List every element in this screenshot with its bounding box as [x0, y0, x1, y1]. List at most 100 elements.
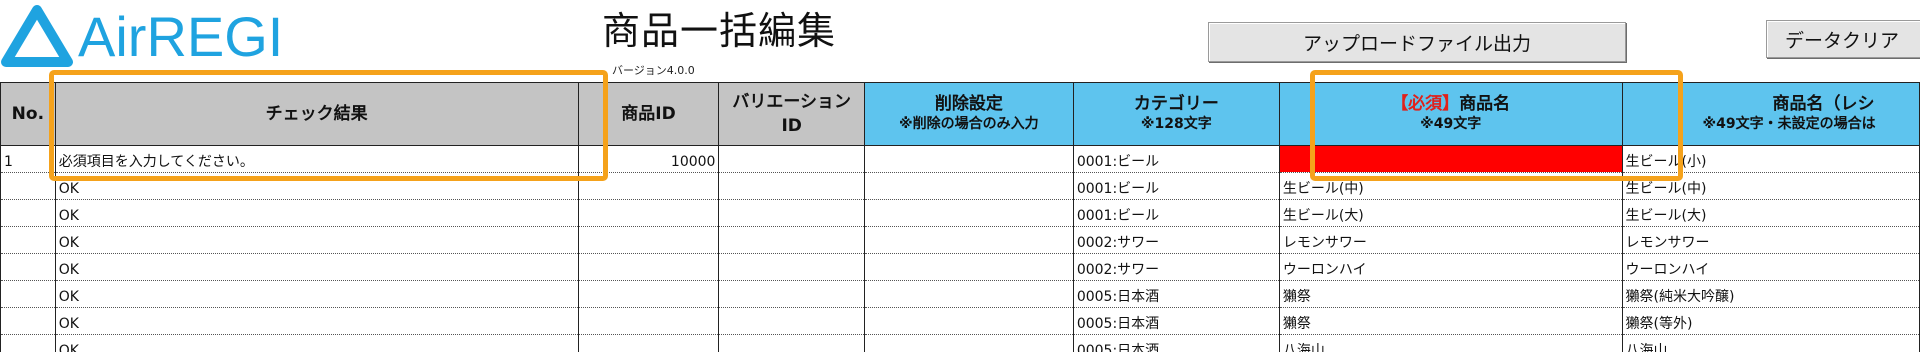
cell-product-id[interactable]	[577, 307, 720, 335]
cell-delete[interactable]	[863, 280, 1074, 308]
cell-check[interactable]: OK	[54, 253, 579, 281]
cell-delete[interactable]	[863, 145, 1074, 173]
receipt-name-line1: 商品名（レシ	[1772, 94, 1875, 114]
cell-name[interactable]: ウーロンハイ	[1278, 253, 1623, 281]
cell-no[interactable]	[0, 334, 56, 352]
column-header-delete-setting[interactable]: 削除設定 ※削除の場合のみ入力	[863, 82, 1074, 146]
cell-category[interactable]: 0002:サワー	[1072, 226, 1280, 254]
cell-no[interactable]	[0, 226, 56, 254]
variation-id-line2: ID	[781, 116, 802, 136]
product-name-label: 商品名	[1459, 94, 1511, 114]
table-row: OK 0002:サワー ウーロンハイ ウーロンハイ	[0, 253, 1920, 281]
cell-reg-name[interactable]: 生ビール(中)	[1621, 172, 1920, 200]
cell-reg-name[interactable]: 獺祭(等外)	[1621, 307, 1920, 335]
cell-no[interactable]	[0, 253, 56, 281]
cell-product-id[interactable]	[577, 199, 720, 227]
version-label: バージョン4.0.0	[612, 64, 695, 77]
logo-text: AirREGI	[78, 5, 284, 68]
cell-reg-name[interactable]: レモンサワー	[1621, 226, 1920, 254]
product-table: No. チェック結果 商品ID バリエーション ID 削除設定 ※削除の場合のみ…	[0, 82, 1920, 352]
cell-variation-id[interactable]	[718, 253, 865, 281]
column-header-variation-id[interactable]: バリエーション ID	[718, 82, 865, 146]
cell-reg-name[interactable]: 八海山	[1621, 334, 1920, 352]
table-row: 1 必須項目を入力してください。 10000 0001:ビール 生ビール(小)	[0, 145, 1920, 173]
data-clear-button[interactable]: データクリア	[1766, 20, 1920, 58]
cell-no[interactable]	[0, 199, 56, 227]
cell-category[interactable]: 0001:ビール	[1072, 199, 1280, 227]
column-header-category[interactable]: カテゴリー ※128文字	[1072, 82, 1280, 146]
cell-category[interactable]: 0002:サワー	[1072, 253, 1280, 281]
table-row: OK 0001:ビール 生ビール(大) 生ビール(大)	[0, 199, 1920, 227]
cell-variation-id[interactable]	[718, 199, 865, 227]
cell-name[interactable]	[1278, 145, 1623, 173]
cell-product-id[interactable]: 10000	[577, 145, 720, 173]
product-name-line2: ※49文字	[1420, 116, 1482, 132]
cell-product-id[interactable]	[577, 226, 720, 254]
cell-reg-name[interactable]: 獺祭(純米大吟醸)	[1621, 280, 1920, 308]
category-line1: カテゴリー	[1133, 94, 1219, 114]
table-row: OK 0005:日本酒 獺祭 獺祭(純米大吟醸)	[0, 280, 1920, 308]
cell-name[interactable]: レモンサワー	[1278, 226, 1623, 254]
cell-variation-id[interactable]	[718, 334, 865, 352]
column-header-no[interactable]: No.	[0, 82, 56, 146]
column-header-product-id[interactable]: 商品ID	[577, 82, 720, 146]
product-name-line1: 【必須】商品名	[1280, 94, 1621, 114]
cell-variation-id[interactable]	[718, 172, 865, 200]
cell-no[interactable]: 1	[0, 145, 56, 173]
cell-name[interactable]: 獺祭	[1278, 307, 1623, 335]
cell-no[interactable]	[0, 307, 56, 335]
cell-category[interactable]: 0005:日本酒	[1072, 307, 1280, 335]
column-header-check-result[interactable]: チェック結果	[54, 82, 579, 146]
cell-delete[interactable]	[863, 199, 1074, 227]
cell-check[interactable]: OK	[54, 199, 579, 227]
delete-setting-line2: ※削除の場合のみ入力	[899, 116, 1039, 132]
cell-delete[interactable]	[863, 226, 1074, 254]
airregi-logo: AirREGI	[0, 4, 283, 70]
cell-category[interactable]: 0001:ビール	[1072, 145, 1280, 173]
cell-check[interactable]: OK	[54, 226, 579, 254]
column-header-receipt-name[interactable]: 商品名（レシ ※49文字・未設定の場合は	[1621, 82, 1920, 146]
upload-file-output-button[interactable]: アップロードファイル出力	[1208, 22, 1626, 62]
cell-no[interactable]	[0, 280, 56, 308]
cell-category[interactable]: 0005:日本酒	[1072, 280, 1280, 308]
cell-variation-id[interactable]	[718, 145, 865, 173]
table-row: OK 0005:日本酒 獺祭 獺祭(等外)	[0, 307, 1920, 335]
receipt-name-line2: ※49文字・未設定の場合は	[1702, 116, 1876, 132]
category-line2: ※128文字	[1140, 116, 1212, 132]
cell-check[interactable]: OK	[54, 307, 579, 335]
table-row: OK 0002:サワー レモンサワー レモンサワー	[0, 226, 1920, 254]
table-row: OK 0001:ビール 生ビール(中) 生ビール(中)	[0, 172, 1920, 200]
cell-delete[interactable]	[863, 334, 1074, 352]
cell-check[interactable]: OK	[54, 280, 579, 308]
cell-category[interactable]: 0001:ビール	[1072, 172, 1280, 200]
cell-name[interactable]: 生ビール(中)	[1278, 172, 1623, 200]
cell-delete[interactable]	[863, 172, 1074, 200]
header-row: No. チェック結果 商品ID バリエーション ID 削除設定 ※削除の場合のみ…	[0, 82, 1920, 146]
triangle-logo-icon	[1, 5, 73, 67]
cell-variation-id[interactable]	[718, 307, 865, 335]
cell-product-id[interactable]	[577, 334, 720, 352]
cell-reg-name[interactable]: 生ビール(大)	[1621, 199, 1920, 227]
cell-check[interactable]: OK	[54, 334, 579, 352]
cell-no[interactable]	[0, 172, 56, 200]
cell-check[interactable]: 必須項目を入力してください。	[54, 145, 579, 173]
cell-delete[interactable]	[863, 253, 1074, 281]
cell-product-id[interactable]	[577, 253, 720, 281]
cell-name[interactable]: 八海山	[1278, 334, 1623, 352]
table-row: OK 0005:日本酒 八海山 八海山	[0, 334, 1920, 352]
cell-check[interactable]: OK	[54, 172, 579, 200]
cell-variation-id[interactable]	[718, 280, 865, 308]
column-header-product-name[interactable]: 【必須】商品名 ※49文字	[1278, 82, 1623, 146]
required-marker: 【必須】	[1391, 94, 1460, 114]
cell-name[interactable]: 生ビール(大)	[1278, 199, 1623, 227]
cell-name[interactable]: 獺祭	[1278, 280, 1623, 308]
cell-delete[interactable]	[863, 307, 1074, 335]
cell-reg-name[interactable]: 生ビール(小)	[1621, 145, 1920, 173]
cell-product-id[interactable]	[577, 280, 720, 308]
cell-category[interactable]: 0005:日本酒	[1072, 334, 1280, 352]
page-title: 商品一括編集	[602, 9, 837, 53]
cell-variation-id[interactable]	[718, 226, 865, 254]
cell-reg-name[interactable]: ウーロンハイ	[1621, 253, 1920, 281]
cell-product-id[interactable]	[577, 172, 720, 200]
spreadsheet-window: AirREGI 商品一括編集 バージョン4.0.0 アップロードファイル出力 デ…	[0, 0, 1920, 352]
